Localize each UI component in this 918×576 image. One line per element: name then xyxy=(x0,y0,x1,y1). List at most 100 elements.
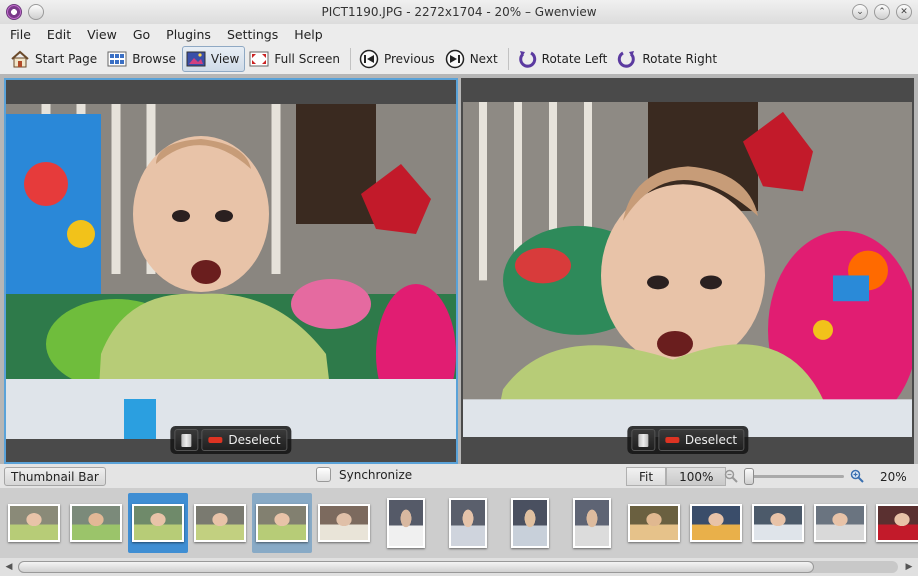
thumbnail-image xyxy=(752,504,804,542)
browse-grid-icon xyxy=(107,51,127,67)
thumbnail-item[interactable] xyxy=(438,493,498,553)
thumbnail-item[interactable] xyxy=(872,493,918,553)
next-button[interactable]: Next xyxy=(441,46,504,72)
scroll-right-arrow-icon[interactable]: ▶ xyxy=(902,560,916,574)
thumbnail-image xyxy=(8,504,60,542)
previous-button[interactable]: Previous xyxy=(355,46,441,72)
zoom-slider-track[interactable] xyxy=(744,475,844,478)
thumbnail-item[interactable] xyxy=(810,493,870,553)
thumbnail-image xyxy=(318,504,370,542)
deselect-minus-icon xyxy=(664,437,679,443)
maximize-button[interactable]: ⌃ xyxy=(874,4,890,20)
left-pane-overlay: Deselect xyxy=(170,426,292,454)
thumbnail-item[interactable] xyxy=(66,493,126,553)
thumbnail-scrollbar[interactable]: ◀ ▶ xyxy=(0,558,918,576)
toolbar-separator xyxy=(349,48,351,70)
minimize-button[interactable]: ⌄ xyxy=(852,4,868,20)
thumbnail-item[interactable] xyxy=(686,493,746,553)
view-button[interactable]: View xyxy=(181,46,246,72)
thumbnail-item[interactable] xyxy=(314,493,374,553)
home-icon xyxy=(11,50,29,68)
image-pane-left[interactable]: Deselect xyxy=(4,78,458,464)
thumbnail-image xyxy=(132,504,184,542)
zoom-fit-button[interactable]: Fit xyxy=(626,467,667,486)
baby-photo-left xyxy=(6,104,456,439)
view-label: View xyxy=(210,52,240,66)
thumbnail-image xyxy=(573,498,611,548)
deselect-button-right[interactable]: Deselect xyxy=(657,429,745,451)
synchronize-label: Synchronize xyxy=(339,467,413,482)
start-page-button[interactable]: Start Page xyxy=(6,46,103,72)
thumbnail-item[interactable] xyxy=(128,493,188,553)
main-toolbar: Start Page Browse View Full Screen Previ… xyxy=(0,44,918,74)
rotate-left-button[interactable]: Rotate Left xyxy=(513,46,614,72)
zoom-out-icon[interactable] xyxy=(724,469,738,483)
full-screen-button[interactable]: Full Screen xyxy=(245,46,346,72)
previous-label: Previous xyxy=(383,52,435,66)
thumbnail-item[interactable] xyxy=(4,493,64,553)
menubar: File Edit View Go Plugins Settings Help xyxy=(0,24,918,44)
thumbnail-item[interactable] xyxy=(376,493,436,553)
thumbnail-item[interactable] xyxy=(562,493,622,553)
deselect-button-left[interactable]: Deselect xyxy=(201,429,288,451)
thumbnail-image xyxy=(256,504,308,542)
rotate-left-icon xyxy=(518,51,536,68)
menu-file[interactable]: File xyxy=(10,26,31,43)
next-label: Next xyxy=(469,52,498,66)
close-button[interactable]: ✕ xyxy=(896,4,912,20)
menu-help[interactable]: Help xyxy=(294,26,323,43)
scroll-thumb[interactable] xyxy=(18,561,814,573)
scroll-left-arrow-icon[interactable]: ◀ xyxy=(2,560,16,574)
deselect-label: Deselect xyxy=(684,433,738,447)
trash-button[interactable] xyxy=(174,429,199,451)
zoom-in-icon[interactable] xyxy=(850,469,864,483)
rotate-right-button[interactable]: Rotate Right xyxy=(613,46,723,72)
toolbar-separator xyxy=(507,48,509,70)
zoom-level-label: 20% xyxy=(880,470,907,484)
rotate-right-label: Rotate Right xyxy=(642,52,718,66)
thumbnail-item[interactable] xyxy=(500,493,560,553)
menu-edit[interactable]: Edit xyxy=(47,26,71,43)
thumbnail-image xyxy=(70,504,122,542)
zoom-buttons: Fit 100% xyxy=(626,467,727,486)
image-pane-right[interactable]: Deselect xyxy=(461,78,914,464)
thumbnail-item[interactable] xyxy=(252,493,312,553)
view-image-icon xyxy=(186,51,206,67)
window-title: PICT1190.JPG - 2272x1704 - 20% – Gwenvie… xyxy=(321,5,597,19)
thumbnail-image xyxy=(876,504,918,542)
rotate-left-label: Rotate Left xyxy=(541,52,608,66)
menu-go[interactable]: Go xyxy=(133,26,150,43)
thumbnail-strip xyxy=(0,488,918,558)
compare-view-area: Deselect Deselect xyxy=(0,74,918,464)
thumbnail-image xyxy=(511,498,549,548)
thumbnail-item[interactable] xyxy=(748,493,808,553)
thumbnail-image xyxy=(387,498,425,548)
trash-icon xyxy=(637,433,648,447)
menu-settings[interactable]: Settings xyxy=(227,26,278,43)
thumbnail-item[interactable] xyxy=(190,493,250,553)
thumbnail-bar-toggle[interactable]: Thumbnail Bar xyxy=(4,467,106,486)
right-pane-overlay: Deselect xyxy=(626,426,749,454)
thumbnail-image xyxy=(194,504,246,542)
synchronize-checkbox[interactable] xyxy=(316,467,331,482)
full-screen-label: Full Screen xyxy=(274,52,340,66)
previous-icon xyxy=(359,49,379,69)
deselect-minus-icon xyxy=(208,437,223,443)
deselect-label: Deselect xyxy=(228,433,281,447)
next-icon xyxy=(445,49,464,69)
trash-button[interactable] xyxy=(630,429,655,451)
thumbnail-image xyxy=(814,504,866,542)
zoom-slider-handle[interactable] xyxy=(744,468,754,485)
browse-label: Browse xyxy=(132,52,176,66)
menu-view[interactable]: View xyxy=(87,26,117,43)
synchronize-control[interactable]: Synchronize xyxy=(316,467,412,482)
zoom-100-button[interactable]: 100% xyxy=(666,467,727,486)
browse-button[interactable]: Browse xyxy=(103,46,182,72)
thumbnail-item[interactable] xyxy=(624,493,684,553)
menu-plugins[interactable]: Plugins xyxy=(166,26,211,43)
thumbnail-image xyxy=(690,504,742,542)
trash-icon xyxy=(181,433,192,447)
start-page-label: Start Page xyxy=(35,52,98,66)
thumbnail-image xyxy=(449,498,487,548)
fullscreen-icon xyxy=(249,51,269,67)
